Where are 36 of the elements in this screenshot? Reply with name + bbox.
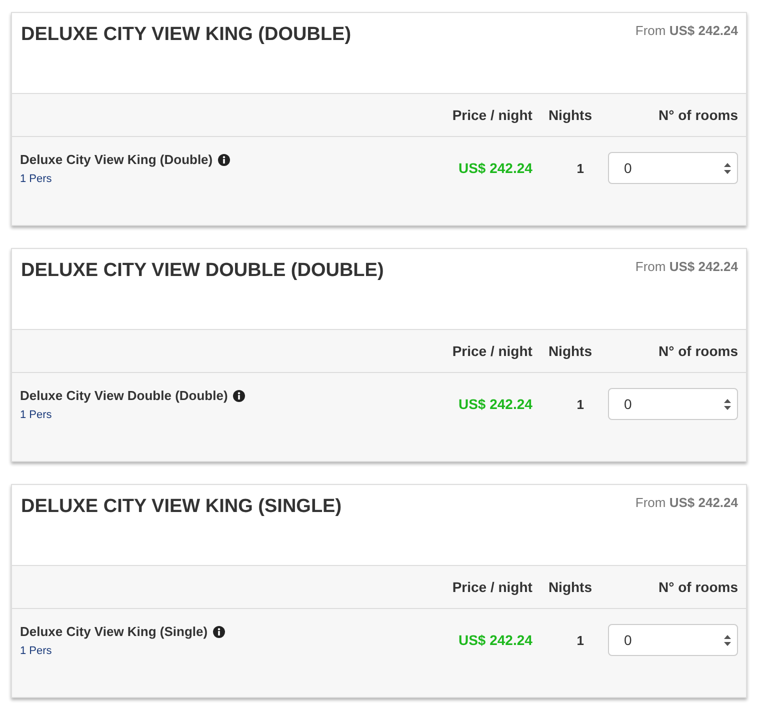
occupancy: 1 Pers (20, 645, 53, 657)
nights-count: 1 (540, 372, 600, 435)
column-header: Nights (540, 94, 600, 136)
occupancy: 1 Pers (20, 173, 53, 185)
nights-count: 1 (540, 608, 600, 671)
column-header: Nights (540, 566, 600, 608)
nights-count: 1 (540, 136, 600, 199)
info-icon[interactable] (232, 390, 245, 402)
column-header: N° of rooms (600, 330, 746, 372)
column-header: Price / night (444, 330, 540, 372)
rate-name: Deluxe City View King (Single) (20, 624, 208, 639)
info-icon[interactable] (218, 154, 230, 166)
column-header: Price / night (444, 566, 540, 608)
spinner-icon (724, 398, 731, 410)
rooms-select[interactable]: 0 (608, 152, 738, 184)
rate-price: US$ 242.24 (444, 608, 540, 671)
from-price: From US$ 242.24 (635, 495, 738, 510)
column-header: Nights (540, 330, 600, 372)
rooms-select[interactable]: 0 (608, 388, 738, 420)
info-icon[interactable] (212, 626, 225, 638)
occupancy: 1 Pers (20, 409, 53, 421)
rate-price: US$ 242.24 (444, 372, 540, 435)
rate-name: Deluxe City View Double (Double) (20, 388, 228, 403)
spinner-icon (724, 634, 731, 646)
column-header: N° of rooms (600, 566, 746, 608)
rate-name: Deluxe City View King (Double) (20, 152, 213, 167)
column-header: N° of rooms (600, 94, 746, 136)
from-price: From US$ 242.24 (635, 259, 738, 274)
column-header: Price / night (444, 94, 540, 136)
room-title: DELUXE CITY VIEW DOUBLE (DOUBLE) (21, 260, 384, 282)
spinner-icon (724, 162, 731, 174)
rooms-select[interactable]: 0 (608, 624, 738, 656)
room-title: DELUXE CITY VIEW KING (DOUBLE) (21, 24, 352, 46)
room-title: DELUXE CITY VIEW KING (SINGLE) (21, 496, 342, 518)
rate-price: US$ 242.24 (444, 136, 540, 199)
from-price: From US$ 242.24 (635, 23, 738, 38)
